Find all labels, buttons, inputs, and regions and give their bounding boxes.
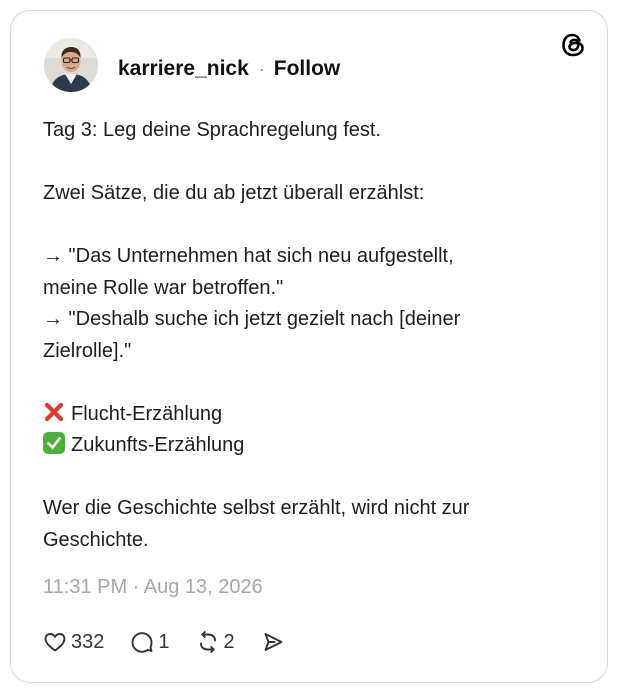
threads-logo-icon[interactable] [559,31,587,59]
send-icon [261,630,285,654]
post-timestamp[interactable]: 11:31 PM · Aug 13, 2026 [43,576,263,599]
header-separator: · [258,58,265,79]
post-line: Geschichte. [43,528,149,551]
future-narrative-text: Zukunfts-Erzählung [71,434,245,456]
red-cross-emoji-icon [43,401,65,423]
post-line: meine Rolle war betroffen." [43,276,284,299]
follow-button[interactable]: Follow [274,57,341,81]
green-check-emoji-icon [43,432,65,454]
post-line: Zwei Sätze, die du ab jetzt überall erzä… [43,182,425,204]
share-button[interactable] [261,630,285,654]
post-line-blank [43,462,583,494]
post-line: Wer die Geschichte selbst erzählt, wird … [43,497,470,519]
repost-button[interactable]: 2 [196,630,235,654]
post-line-blank [43,147,583,179]
heart-icon [43,630,67,654]
speech-bubble-icon [130,630,154,654]
post-line: → "Das Unternehmen hat sich neu aufgeste… [43,245,454,267]
post-line: Zielrolle]." [43,339,132,362]
post-line-blank [43,210,583,242]
post-line: Tag 3: Leg deine Sprachregelung fest. [43,119,382,141]
post-body: Tag 3: Leg deine Sprachregelung fest. Zw… [43,115,583,556]
repost-icon [196,630,220,654]
post-line-blank [43,367,583,399]
like-button[interactable]: 332 [43,630,104,654]
reply-button[interactable]: 1 [130,630,170,654]
post-header: karriere_nick · Follow [118,55,340,83]
repost-count: 2 [223,630,235,653]
username[interactable]: karriere_nick [118,57,249,81]
post-line-check: Zukunfts-Erzählung [43,430,583,462]
flight-narrative-text: Flucht-Erzählung [71,402,223,425]
reply-count: 1 [158,630,170,653]
post-line-cross: Flucht-Erzählung [43,399,583,431]
action-bar: 332 1 2 [43,628,285,656]
like-count: 332 [71,630,105,653]
avatar[interactable] [44,38,98,92]
post-line: → "Deshalb suche ich jetzt gezielt nach … [43,308,461,330]
post-card: karriere_nick · Follow Tag 3: Leg deine … [10,10,608,683]
